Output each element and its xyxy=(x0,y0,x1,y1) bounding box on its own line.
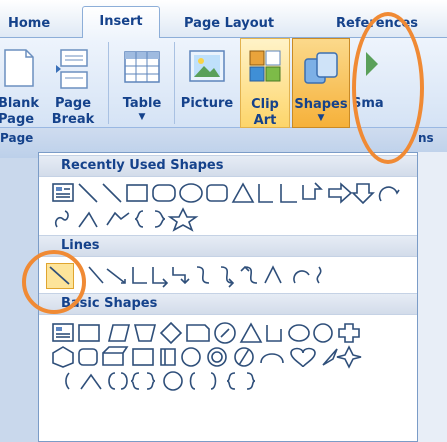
page-break-button[interactable]: Page Break xyxy=(46,38,100,128)
clip-art-label-1: Clip xyxy=(251,97,279,112)
page-break-label-2: Break xyxy=(51,112,95,127)
basic-shapes-row-3[interactable] xyxy=(51,369,351,395)
group-illustrations-label: ns xyxy=(418,131,434,145)
shapes-label: Shapes xyxy=(294,97,348,112)
table-dropdown-arrow: ▼ xyxy=(138,112,146,122)
picture-button[interactable]: Picture xyxy=(178,38,236,128)
picture-label: Picture xyxy=(180,96,234,111)
recent-shapes-row-2[interactable] xyxy=(51,207,251,233)
table-label: Table xyxy=(122,96,162,111)
ribbon-separator xyxy=(174,42,175,124)
section-lines-title: Lines xyxy=(61,238,100,253)
section-recently-used: Recently Used Shapes xyxy=(39,155,417,177)
section-recently-used-title: Recently Used Shapes xyxy=(61,158,224,173)
table-icon xyxy=(123,48,161,90)
clip-art-label-2: Art xyxy=(253,113,277,128)
tab-insert[interactable]: Insert xyxy=(82,6,160,39)
highlight-circle-shapes xyxy=(352,12,424,164)
picture-icon xyxy=(188,48,226,88)
text-box-shape-icon[interactable] xyxy=(52,183,74,202)
blank-page-label-2: Page xyxy=(0,112,35,127)
section-lines: Lines xyxy=(39,235,417,257)
blank-page-button[interactable]: Blank Page xyxy=(0,38,44,128)
page-break-icon xyxy=(55,48,91,94)
tab-home[interactable]: Home xyxy=(2,13,56,38)
tab-page-layout[interactable]: Page Layout xyxy=(178,13,280,38)
highlight-circle-line-tool xyxy=(22,250,86,314)
shapes-dropdown-arrow: ▼ xyxy=(317,113,325,123)
section-basic-shapes: Basic Shapes xyxy=(39,293,417,315)
lines-row[interactable] xyxy=(51,263,411,289)
clip-art-icon xyxy=(248,49,282,89)
ribbon-separator xyxy=(108,42,109,124)
recent-shapes-row-1[interactable] xyxy=(51,181,411,207)
basic-shapes-row-1[interactable] xyxy=(51,321,411,347)
blank-page-label-1: Blank xyxy=(0,96,40,111)
page-break-label-1: Page xyxy=(54,96,92,111)
shapes-gallery: Recently Used Shapes Lines Basic Shapes xyxy=(38,152,418,442)
basic-shapes-row-2[interactable] xyxy=(51,345,411,371)
shapes-icon xyxy=(301,49,341,91)
document-area xyxy=(418,152,447,442)
clip-art-button[interactable]: Clip Art xyxy=(240,38,290,128)
table-button[interactable]: Table ▼ xyxy=(114,38,170,128)
blank-page-icon xyxy=(2,48,36,92)
group-pages-label: Page xyxy=(0,131,34,145)
shapes-button[interactable]: Shapes ▼ xyxy=(292,38,350,128)
